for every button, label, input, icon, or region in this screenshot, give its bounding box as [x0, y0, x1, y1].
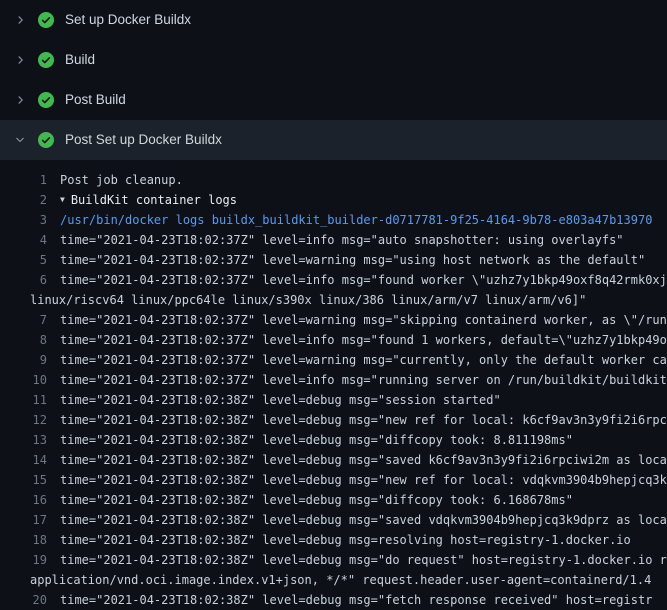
success-check-icon [38, 52, 54, 68]
step-build[interactable]: Build [0, 40, 667, 80]
log-line[interactable]: 4 time="2021-04-23T18:02:37Z" level=info… [0, 230, 667, 250]
log-line-number[interactable]: 8 [0, 330, 47, 350]
log-line-text: time="2021-04-23T18:02:38Z" level=debug … [47, 550, 667, 570]
log-line-text: /usr/bin/docker logs buildx_buildkit_bui… [47, 210, 652, 230]
chevron-right-icon [13, 12, 27, 28]
log-line[interactable]: 2 ▼ BuildKit container logs [0, 190, 667, 210]
log-line[interactable]: 11 time="2021-04-23T18:02:38Z" level=deb… [0, 390, 667, 410]
group-toggle-icon[interactable]: ▼ [47, 190, 65, 210]
log-line-number[interactable]: 2 [0, 190, 47, 210]
chevron-right-icon [13, 92, 27, 108]
steps-list: Set up Docker Buildx Build Post Build [0, 0, 667, 160]
log-line-number[interactable]: 13 [0, 430, 47, 450]
log-line-text: time="2021-04-23T18:02:37Z" level=info m… [47, 330, 667, 350]
step-label: Post Set up Docker Buildx [65, 132, 222, 148]
log-line-number[interactable]: 12 [0, 410, 47, 430]
log-line[interactable]: 14 time="2021-04-23T18:02:38Z" level=deb… [0, 450, 667, 470]
log-line[interactable]: 6 time="2021-04-23T18:02:37Z" level=info… [0, 270, 667, 290]
log-line-number[interactable]: 4 [0, 230, 47, 250]
log-line-text: time="2021-04-23T18:02:38Z" level=debug … [47, 430, 573, 450]
log-line[interactable]: 12 time="2021-04-23T18:02:38Z" level=deb… [0, 410, 667, 430]
log-line-text: time="2021-04-23T18:02:37Z" level=info m… [47, 370, 667, 390]
log-line-number[interactable]: 19 [0, 550, 47, 570]
log-line[interactable]: 1 Post job cleanup. [0, 170, 667, 190]
log-line-text: time="2021-04-23T18:02:38Z" level=debug … [47, 590, 652, 610]
log-line-number[interactable]: 1 [0, 170, 47, 190]
log-line-number[interactable]: 18 [0, 530, 47, 550]
log-line[interactable]: 9 time="2021-04-23T18:02:37Z" level=warn… [0, 350, 667, 370]
log-line-text: Post job cleanup. [47, 170, 183, 190]
step-post-build[interactable]: Post Build [0, 80, 667, 120]
log-line-text: BuildKit container logs [65, 190, 237, 210]
success-check-icon [38, 92, 54, 108]
log-line-number[interactable]: 10 [0, 370, 47, 390]
log-line-number[interactable]: 9 [0, 350, 47, 370]
actions-log-viewer: Set up Docker Buildx Build Post Build [0, 0, 667, 610]
log-line[interactable]: 17 time="2021-04-23T18:02:38Z" level=deb… [0, 510, 667, 530]
success-check-icon [38, 132, 54, 148]
log-line[interactable]: 15 time="2021-04-23T18:02:38Z" level=deb… [0, 470, 667, 490]
log-line[interactable]: application/vnd.oci.image.index.v1+json,… [0, 570, 667, 590]
log-line[interactable]: 16 time="2021-04-23T18:02:38Z" level=deb… [0, 490, 667, 510]
step-set-up-docker-buildx[interactable]: Set up Docker Buildx [0, 0, 667, 40]
log-line-text: linux/riscv64 linux/ppc64le linux/s390x … [30, 290, 586, 310]
log-console: 1 Post job cleanup. 2 ▼ BuildKit contain… [0, 160, 667, 610]
chevron-down-icon [13, 132, 27, 148]
log-line-number[interactable]: 7 [0, 310, 47, 330]
chevron-right-icon [13, 52, 27, 68]
log-line-number[interactable]: 14 [0, 450, 47, 470]
step-label: Set up Docker Buildx [65, 12, 191, 28]
log-line-text: time="2021-04-23T18:02:37Z" level=info m… [47, 270, 667, 290]
log-line-number[interactable]: 16 [0, 490, 47, 510]
log-line-text: time="2021-04-23T18:02:38Z" level=debug … [47, 490, 573, 510]
step-label: Build [65, 52, 95, 68]
log-line-number[interactable]: 20 [0, 590, 47, 610]
log-line[interactable]: 19 time="2021-04-23T18:02:38Z" level=deb… [0, 550, 667, 570]
log-line-text: time="2021-04-23T18:02:38Z" level=debug … [47, 470, 667, 490]
log-line-number[interactable]: 6 [0, 270, 47, 290]
log-line[interactable]: 13 time="2021-04-23T18:02:38Z" level=deb… [0, 430, 667, 450]
log-line-text: time="2021-04-23T18:02:37Z" level=warnin… [47, 250, 645, 270]
log-line-text: time="2021-04-23T18:02:38Z" level=debug … [47, 450, 667, 470]
log-line-number[interactable]: 11 [0, 390, 47, 410]
log-line-text: time="2021-04-23T18:02:37Z" level=warnin… [47, 310, 667, 330]
log-line-text: time="2021-04-23T18:02:38Z" level=debug … [47, 390, 501, 410]
log-line[interactable]: 10 time="2021-04-23T18:02:37Z" level=inf… [0, 370, 667, 390]
log-line[interactable]: 18 time="2021-04-23T18:02:38Z" level=deb… [0, 530, 667, 550]
log-line[interactable]: linux/riscv64 linux/ppc64le linux/s390x … [0, 290, 667, 310]
log-line-text: time="2021-04-23T18:02:38Z" level=debug … [47, 510, 667, 530]
step-post-set-up-docker-buildx[interactable]: Post Set up Docker Buildx [0, 120, 667, 160]
log-line[interactable]: 8 time="2021-04-23T18:02:37Z" level=info… [0, 330, 667, 350]
step-label: Post Build [65, 92, 126, 108]
log-line-number[interactable]: 17 [0, 510, 47, 530]
log-line-number[interactable]: 15 [0, 470, 47, 490]
log-line-number[interactable]: 5 [0, 250, 47, 270]
log-line-number[interactable]: 3 [0, 210, 47, 230]
log-line-text: time="2021-04-23T18:02:37Z" level=info m… [47, 230, 624, 250]
log-line-text: time="2021-04-23T18:02:37Z" level=warnin… [47, 350, 667, 370]
log-line[interactable]: 3 /usr/bin/docker logs buildx_buildkit_b… [0, 210, 667, 230]
log-line[interactable]: 7 time="2021-04-23T18:02:37Z" level=warn… [0, 310, 667, 330]
success-check-icon [38, 12, 54, 28]
log-line[interactable]: 5 time="2021-04-23T18:02:37Z" level=warn… [0, 250, 667, 270]
log-line-text: application/vnd.oci.image.index.v1+json,… [30, 570, 651, 590]
log-line[interactable]: 20 time="2021-04-23T18:02:38Z" level=deb… [0, 590, 667, 610]
log-line-text: time="2021-04-23T18:02:38Z" level=debug … [47, 410, 667, 430]
log-line-text: time="2021-04-23T18:02:38Z" level=debug … [47, 530, 631, 550]
